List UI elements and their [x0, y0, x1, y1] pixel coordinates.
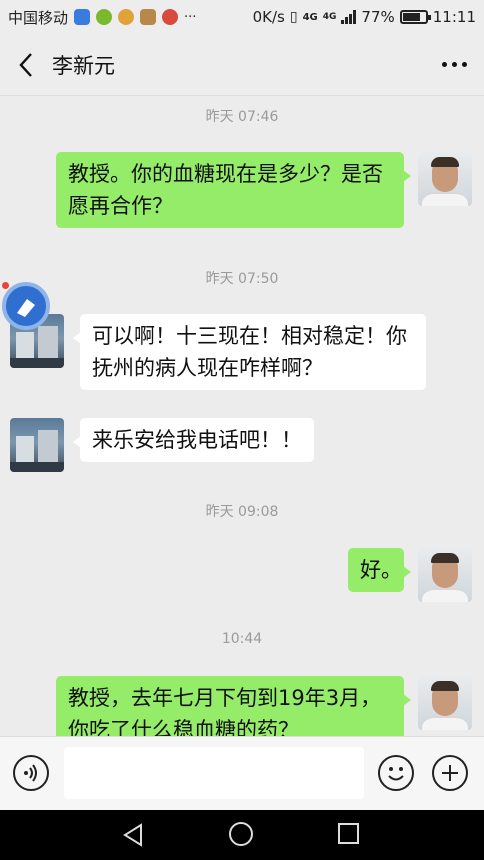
- floating-assistant-button[interactable]: [2, 282, 50, 330]
- message-bubble-self[interactable]: 教授。你的血糖现在是多少？是否愿再合作？: [56, 152, 411, 228]
- chat-title: 李新元: [52, 53, 115, 78]
- chevron-left-icon: [19, 52, 32, 77]
- net-type-2: 4G: [322, 12, 337, 22]
- status-bar: 中国移动 ··· 0K/s ▯ 4G 4G 77% 11:11: [0, 0, 484, 34]
- avatar[interactable]: [418, 548, 472, 602]
- app-notification-icon: [162, 9, 179, 25]
- message-bubble-other[interactable]: 来乐安给我电话吧！！: [73, 418, 314, 462]
- avatar[interactable]: [418, 152, 472, 206]
- net-type-1: 4G: [302, 11, 318, 23]
- nav-recent-icon[interactable]: [338, 823, 359, 844]
- more-options-button[interactable]: [424, 34, 484, 96]
- message-bubble-self[interactable]: 好。: [348, 548, 411, 592]
- chat-header: 李新元: [0, 34, 484, 96]
- back-button[interactable]: [0, 34, 52, 96]
- more-dots-icon: [441, 62, 447, 67]
- battery-fill: [402, 13, 420, 21]
- timestamp: 昨天 07:50: [205, 271, 279, 287]
- plus-icon: [442, 765, 458, 781]
- battery-percent: 77%: [361, 8, 395, 26]
- voice-button[interactable]: [13, 755, 49, 791]
- timestamp: 昨天 07:46: [205, 109, 279, 125]
- emoji-button[interactable]: [378, 755, 414, 791]
- nav-home-icon[interactable]: [229, 822, 253, 846]
- more-notifications-indicator: ···: [184, 9, 197, 25]
- app-notification-icon: [96, 9, 113, 25]
- nav-back-icon[interactable]: [122, 823, 144, 847]
- message-input[interactable]: [64, 747, 364, 799]
- voice-icon: [24, 764, 37, 782]
- emoji-icon: [388, 767, 404, 781]
- avatar[interactable]: [418, 676, 472, 730]
- message-list[interactable]: 昨天 07:46 教授。你的血糖现在是多少？是否愿再合作？ 昨天 07:50 可…: [0, 96, 484, 736]
- app-notification-icon: [74, 9, 91, 25]
- clock: 11:11: [432, 8, 476, 26]
- avatar[interactable]: [10, 418, 64, 472]
- message-bubble-other[interactable]: 可以啊！十三现在！相对稳定！你抚州的病人现在咋样啊？: [73, 314, 426, 390]
- timestamp: 昨天 09:08: [205, 504, 279, 520]
- signal-icon: [341, 10, 357, 24]
- floating-assistant-icon: [17, 299, 35, 317]
- net-speed: 0K/s: [252, 8, 285, 26]
- app-notification-icon: [140, 9, 157, 25]
- more-actions-button[interactable]: [432, 755, 468, 791]
- system-nav-bar: [0, 810, 484, 860]
- message-bubble-self[interactable]: 教授，去年七月下旬到19年3月，你吃了什么稳血糖的药？: [56, 676, 411, 736]
- battery-icon: [399, 10, 431, 24]
- timestamp: 10:44: [221, 631, 263, 647]
- vibrate-icon: ▯: [289, 9, 298, 25]
- app-notification-icon: [118, 9, 135, 25]
- input-bar: [0, 736, 484, 810]
- notification-dot: [2, 282, 9, 289]
- carrier-label: 中国移动: [8, 8, 69, 27]
